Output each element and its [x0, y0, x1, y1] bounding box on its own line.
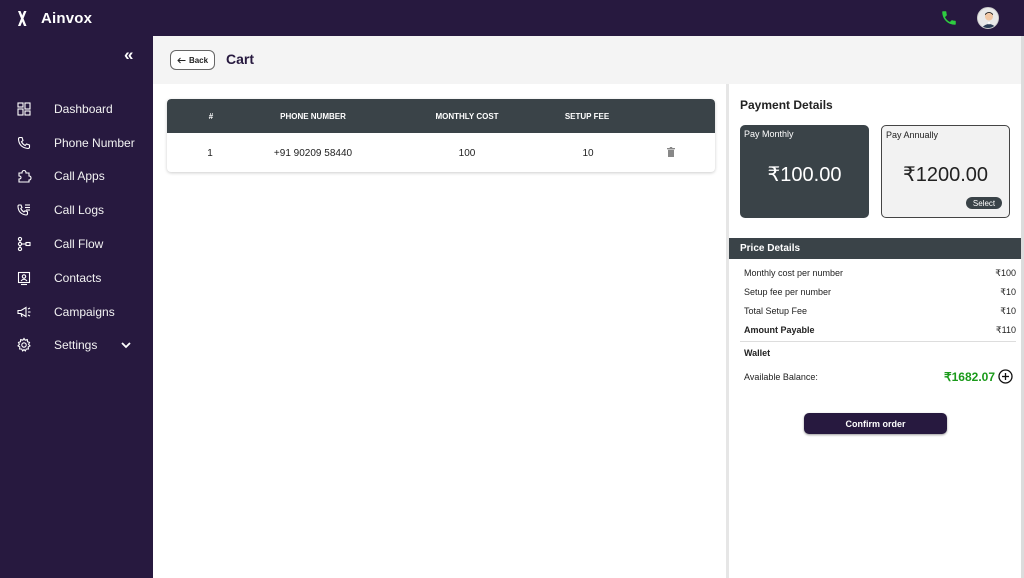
call-logs-icon [17, 204, 30, 216]
column-header-monthly-cost: MONTHLY COST [435, 112, 499, 121]
price-row-monthly-cost: Monthly cost per number ₹100 [744, 268, 1016, 278]
ainvox-logo-icon [18, 11, 27, 26]
flow-icon [17, 236, 31, 252]
sidebar: « Dashboard Phone Number Call Apps Call … [0, 36, 153, 578]
price-row-value: ₹100 [995, 268, 1016, 278]
sidebar-item-settings[interactable]: Settings [0, 329, 153, 363]
price-row-total-setup-fee: Total Setup Fee ₹10 [744, 306, 1016, 316]
cart-table: # PHONE NUMBER MONTHLY COST SETUP FEE 1 … [167, 99, 715, 172]
sidebar-nav: Dashboard Phone Number Call Apps Call Lo… [0, 92, 153, 362]
dashboard-icon [17, 102, 31, 116]
cell-setup-fee: 10 [582, 148, 594, 159]
page-title: Cart [226, 51, 255, 67]
table-header: # PHONE NUMBER MONTHLY COST SETUP FEE [167, 99, 715, 133]
price-row-label: Amount Payable [744, 325, 815, 335]
payment-panel: Payment Details Pay Monthly ₹100.00 Pay … [729, 84, 1021, 578]
collapse-sidebar-button[interactable]: « [124, 46, 133, 63]
back-button[interactable]: Back [170, 50, 215, 70]
phone-call-icon[interactable] [940, 9, 958, 27]
plan-label: Pay Monthly [744, 129, 794, 139]
plan-label: Pay Annually [886, 130, 939, 140]
cell-monthly-cost: 100 [458, 148, 476, 159]
delete-icon[interactable] [667, 147, 675, 157]
add-funds-icon[interactable] [998, 369, 1013, 384]
gear-icon [17, 338, 31, 353]
available-balance-label: Available Balance: [744, 372, 818, 382]
available-balance-value: ₹1682.07 [944, 370, 996, 384]
cell-index: 1 [207, 148, 213, 159]
arrow-left-icon [177, 57, 186, 63]
sidebar-item-call-logs[interactable]: Call Logs [0, 193, 153, 227]
sidebar-item-label: Dashboard [54, 101, 113, 116]
sidebar-item-label: Phone Number [54, 135, 135, 150]
sidebar-item-label: Call Flow [54, 237, 104, 252]
plan-card-monthly[interactable]: Pay Monthly ₹100.00 [740, 125, 869, 218]
sidebar-item-campaigns[interactable]: Campaigns [0, 295, 153, 329]
back-button-label: Back [188, 55, 209, 65]
plan-card-annual[interactable]: Pay Annually ₹1200.00 Select [881, 125, 1010, 218]
price-row-label: Monthly cost per number [744, 268, 844, 278]
price-row-label: Total Setup Fee [744, 306, 808, 316]
top-bar: Ainvox [0, 0, 1024, 36]
sidebar-item-label: Contacts [54, 270, 102, 285]
user-avatar-icon [978, 8, 998, 28]
chevron-down-icon[interactable] [120, 339, 132, 351]
sidebar-item-dashboard[interactable]: Dashboard [0, 92, 153, 126]
price-row-value: ₹10 [1000, 306, 1016, 316]
price-row-setup-fee: Setup fee per number ₹10 [744, 287, 1016, 297]
sidebar-item-call-flow[interactable]: Call Flow [0, 227, 153, 261]
column-header-index: # [208, 112, 214, 121]
divider [740, 341, 1016, 342]
price-row-label: Setup fee per number [744, 287, 832, 297]
sidebar-item-label: Call Logs [54, 203, 105, 218]
sidebar-item-label: Call Apps [54, 169, 105, 184]
puzzle-icon [18, 170, 32, 184]
payment-details-title: Payment Details [740, 98, 833, 112]
table-row: 1 +91 90209 58440 100 10 [167, 133, 715, 172]
plan-price: ₹100.00 [767, 164, 842, 186]
column-header-setup-fee: SETUP FEE [564, 112, 610, 121]
plan-price: ₹1200.00 [902, 164, 989, 186]
column-header-phone-number: PHONE NUMBER [280, 112, 346, 121]
sidebar-item-contacts[interactable]: Contacts [0, 261, 153, 295]
sidebar-item-call-apps[interactable]: Call Apps [0, 160, 153, 194]
price-row-value: ₹10 [1000, 287, 1016, 297]
contacts-icon [17, 271, 31, 285]
sidebar-item-label: Campaigns [54, 304, 115, 319]
price-details-header: Price Details [729, 238, 1021, 259]
megaphone-icon [17, 306, 31, 318]
price-row-amount-payable: Amount Payable ₹110 [744, 325, 1016, 335]
cell-phone-number: +91 90209 58440 [273, 148, 353, 159]
sidebar-item-phone-number[interactable]: Phone Number [0, 126, 153, 160]
wallet-label: Wallet [744, 348, 771, 358]
user-avatar[interactable] [977, 7, 999, 29]
select-annual-button[interactable]: Select [966, 197, 1002, 209]
phone-icon [17, 136, 31, 149]
app-logo[interactable]: Ainvox [16, 8, 92, 28]
app-name: Ainvox [41, 9, 93, 27]
page-header: Back Cart [153, 36, 1021, 84]
price-row-value: ₹110 [995, 325, 1016, 335]
sidebar-item-label: Settings [54, 338, 98, 353]
confirm-order-button[interactable]: Confirm order [804, 413, 947, 434]
